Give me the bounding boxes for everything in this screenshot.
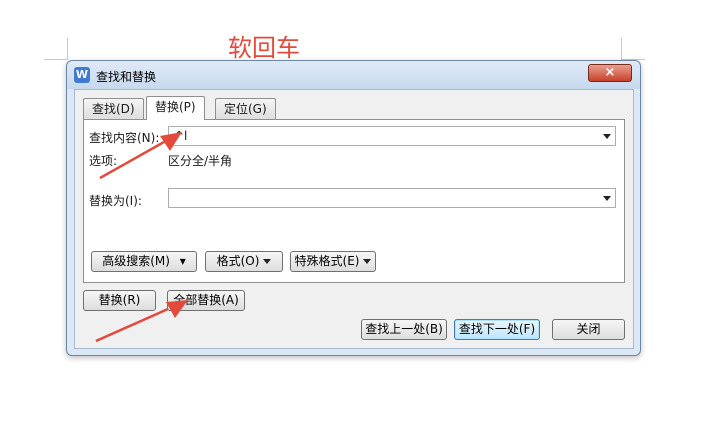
arrow-to-find-input bbox=[99, 132, 182, 180]
tab-replace[interactable]: 替换(P) bbox=[146, 96, 205, 120]
arrow-to-replace-all-button bbox=[95, 300, 188, 343]
annotation-arrows bbox=[95, 132, 188, 343]
